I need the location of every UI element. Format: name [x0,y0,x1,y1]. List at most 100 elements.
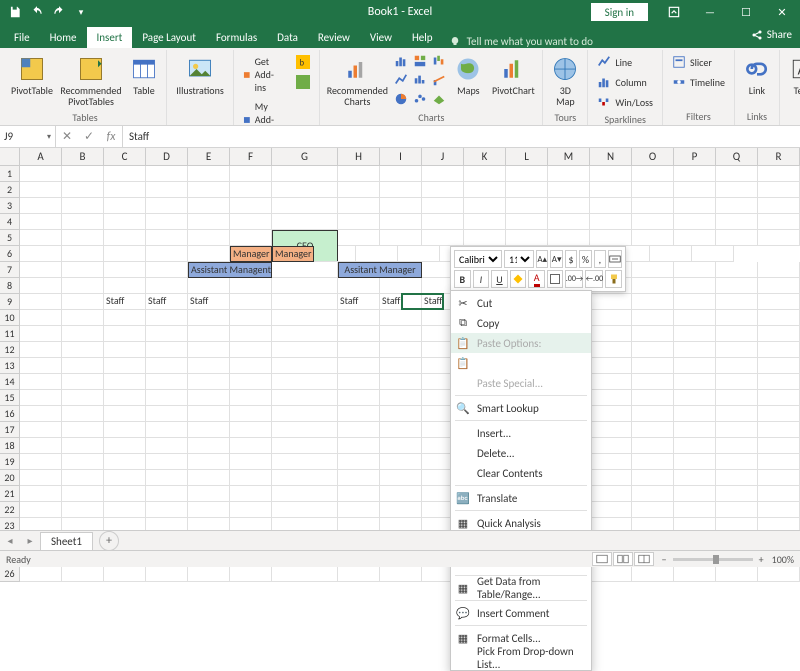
cell[interactable] [380,278,422,294]
cell[interactable] [104,214,146,230]
cell[interactable] [338,230,380,246]
cell[interactable] [716,294,758,310]
row-header[interactable]: 4 [0,214,20,230]
cell[interactable] [104,486,146,502]
cell[interactable] [590,166,632,182]
page-layout-view-button[interactable] [613,552,633,566]
cell[interactable] [20,502,62,518]
cell[interactable] [716,326,758,342]
cell[interactable]: Manager [272,246,314,262]
cell[interactable] [716,310,758,326]
cell[interactable] [188,214,230,230]
cell[interactable] [506,214,548,230]
cell[interactable] [230,182,272,198]
recommended-charts-button[interactable]: Recommended Charts [324,52,390,110]
cell[interactable] [590,486,632,502]
cell[interactable] [146,486,188,502]
cell[interactable] [62,406,104,422]
cell[interactable] [674,374,716,390]
cell[interactable] [674,326,716,342]
cell[interactable] [188,422,230,438]
cell[interactable] [62,166,104,182]
cell[interactable] [590,198,632,214]
sheet-nav-next[interactable]: ▸ [20,531,40,551]
page-break-view-button[interactable] [634,552,654,566]
cell[interactable] [356,246,398,262]
cell[interactable] [338,390,380,406]
cell[interactable] [674,342,716,358]
cell[interactable] [104,262,146,278]
cell[interactable] [380,454,422,470]
cell[interactable] [230,214,272,230]
cell[interactable] [590,438,632,454]
cell[interactable] [590,230,632,246]
cell[interactable] [104,374,146,390]
cell[interactable] [590,406,632,422]
zoom-out-button[interactable]: − [662,553,667,566]
cell[interactable] [590,422,632,438]
cell[interactable] [104,406,146,422]
cell[interactable] [62,198,104,214]
cell[interactable] [20,166,62,182]
cell[interactable] [674,502,716,518]
cell[interactable] [338,326,380,342]
cell[interactable] [62,278,104,294]
cell[interactable] [230,294,272,310]
cell[interactable] [674,390,716,406]
statistic-chart-button[interactable] [411,71,429,89]
tab-view[interactable]: View [360,27,402,48]
cell[interactable] [62,246,104,262]
cell[interactable] [62,374,104,390]
cell[interactable] [188,390,230,406]
cell[interactable] [716,342,758,358]
decrease-decimal-button[interactable]: ←.00 [585,270,603,288]
cell[interactable] [380,470,422,486]
column-header[interactable]: M [548,148,590,166]
cell[interactable] [104,342,146,358]
cell[interactable] [692,246,734,262]
cell[interactable] [464,166,506,182]
combo-chart-button[interactable] [430,71,448,89]
cell[interactable] [632,262,674,278]
cell[interactable] [338,182,380,198]
row-header[interactable]: 14 [0,374,20,390]
cell[interactable] [632,294,674,310]
column-header[interactable]: H [338,148,380,166]
column-header[interactable]: J [422,148,464,166]
cell[interactable] [758,422,800,438]
cell[interactable] [146,374,188,390]
cell[interactable] [146,262,188,278]
cell[interactable] [188,406,230,422]
cell[interactable] [20,262,62,278]
cell[interactable] [230,278,272,294]
illustrations-button[interactable]: Illustrations [171,52,229,99]
cell[interactable] [20,486,62,502]
cell[interactable] [422,182,464,198]
cell[interactable] [758,486,800,502]
cell[interactable] [338,342,380,358]
cell[interactable] [716,278,758,294]
cell[interactable] [674,438,716,454]
cell[interactable] [758,470,800,486]
cell[interactable] [422,214,464,230]
waterfall-chart-button[interactable] [430,52,448,70]
timeline-button[interactable]: Timeline [667,72,730,92]
cell[interactable] [380,374,422,390]
zoom-slider[interactable] [673,558,753,561]
cell[interactable] [188,310,230,326]
cell[interactable] [548,198,590,214]
cell[interactable] [590,310,632,326]
column-header[interactable]: L [506,148,548,166]
select-all-corner[interactable] [0,148,20,166]
cell[interactable] [188,454,230,470]
cell[interactable] [20,198,62,214]
cell[interactable] [146,214,188,230]
cell[interactable] [272,214,338,230]
cell[interactable] [716,166,758,182]
cell[interactable] [20,566,62,582]
pie-chart-button[interactable] [392,90,410,108]
cell[interactable]: Assistant Managent [188,262,272,278]
cell[interactable] [380,326,422,342]
cell[interactable] [20,310,62,326]
cell[interactable] [758,294,800,310]
